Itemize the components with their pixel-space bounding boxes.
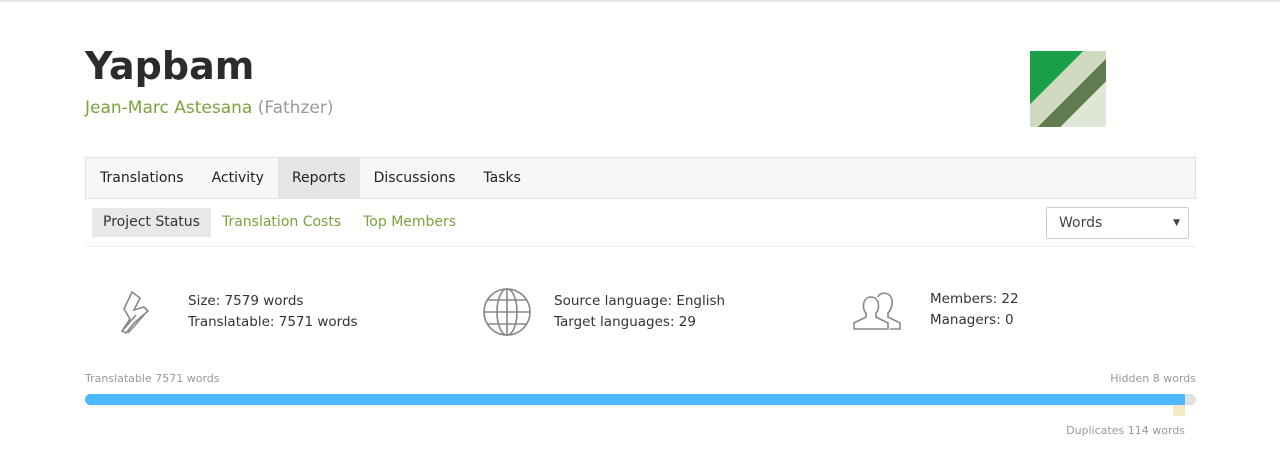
members-text: Members: 22: [930, 291, 1019, 307]
subtab-project-status[interactable]: Project Status: [92, 208, 211, 237]
tab-reports[interactable]: Reports: [277, 158, 360, 198]
progress-bar: [85, 394, 1196, 405]
main-tabs: Translations Activity Reports Discussion…: [85, 157, 1196, 199]
language-stat: Source language: English Target languages…: [482, 287, 725, 337]
size-text: Size: 7579 words: [188, 293, 304, 309]
globe-icon: [483, 288, 531, 336]
duplicates-label: Duplicates 114 words: [1066, 424, 1185, 437]
owner-name-link[interactable]: Jean-Marc Astesana: [85, 98, 252, 118]
translatable-label: Translatable 7571 words: [85, 372, 220, 385]
source-language-text: Source language: English: [554, 293, 726, 309]
duplicates-marker: [1173, 405, 1185, 416]
hidden-label: Hidden 8 words: [1110, 372, 1196, 385]
managers-text: Managers: 0: [930, 312, 1014, 328]
project-title: Yapbam: [85, 44, 255, 88]
tab-translations[interactable]: Translations: [86, 158, 198, 198]
tab-tasks[interactable]: Tasks: [469, 158, 535, 198]
project-logo: [1030, 51, 1106, 127]
unit-select-value: Words: [1059, 215, 1103, 231]
translatable-text: Translatable: 7571 words: [188, 314, 358, 330]
subtab-translation-costs[interactable]: Translation Costs: [211, 208, 352, 237]
owner-username: (Fathzer): [257, 98, 334, 118]
members-stat: Members: 22 Managers: 0: [852, 287, 1019, 333]
users-icon: [853, 292, 901, 330]
chevron-down-icon: ▼: [1173, 218, 1180, 228]
subtab-top-members[interactable]: Top Members: [352, 208, 467, 237]
tab-activity[interactable]: Activity: [198, 158, 278, 198]
project-owner: Jean-Marc Astesana (Fathzer): [85, 98, 333, 118]
size-stat: Size: 7579 words Translatable: 7571 words: [110, 287, 358, 337]
caliper-icon: [120, 290, 150, 335]
target-languages-text: Target languages: 29: [554, 314, 696, 330]
divider: [85, 246, 1196, 247]
progress-fill-translatable: [85, 394, 1186, 405]
report-subtabs: Project Status Translation Costs Top Mem…: [92, 208, 467, 237]
unit-select[interactable]: Words ▼: [1046, 207, 1189, 239]
tab-discussions[interactable]: Discussions: [360, 158, 470, 198]
